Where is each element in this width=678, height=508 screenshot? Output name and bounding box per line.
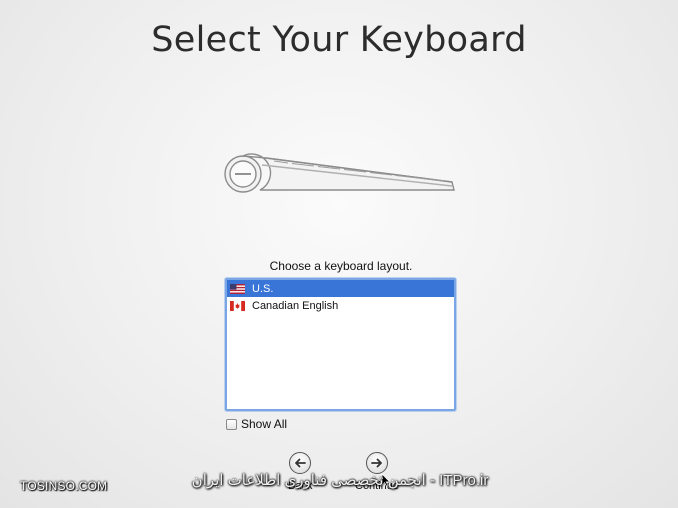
list-item-canadian-english[interactable]: Canadian English — [227, 297, 454, 314]
keyboard-illustration — [224, 153, 455, 193]
list-item-us[interactable]: U.S. — [227, 280, 454, 297]
us-flag-icon — [230, 283, 245, 294]
layout-prompt: Choose a keyboard layout. — [269, 259, 413, 273]
page-title: Select Your Keyboard — [151, 20, 527, 60]
keyboard-layout-list[interactable]: U.S. Canadian English — [225, 278, 456, 411]
show-all-label: Show All — [241, 417, 288, 431]
list-item-label: Canadian English — [252, 299, 339, 312]
list-item-label: U.S. — [252, 282, 274, 295]
show-all-checkbox[interactable] — [226, 418, 237, 430]
canada-flag-icon — [230, 300, 245, 311]
watermark-itpro: انجمن تخصصی فناوری اطلاعات ایران - ITPro… — [191, 472, 489, 489]
show-all-option[interactable]: Show All — [226, 417, 287, 431]
watermark-tosinso: TOSINSO.COM — [20, 479, 108, 493]
